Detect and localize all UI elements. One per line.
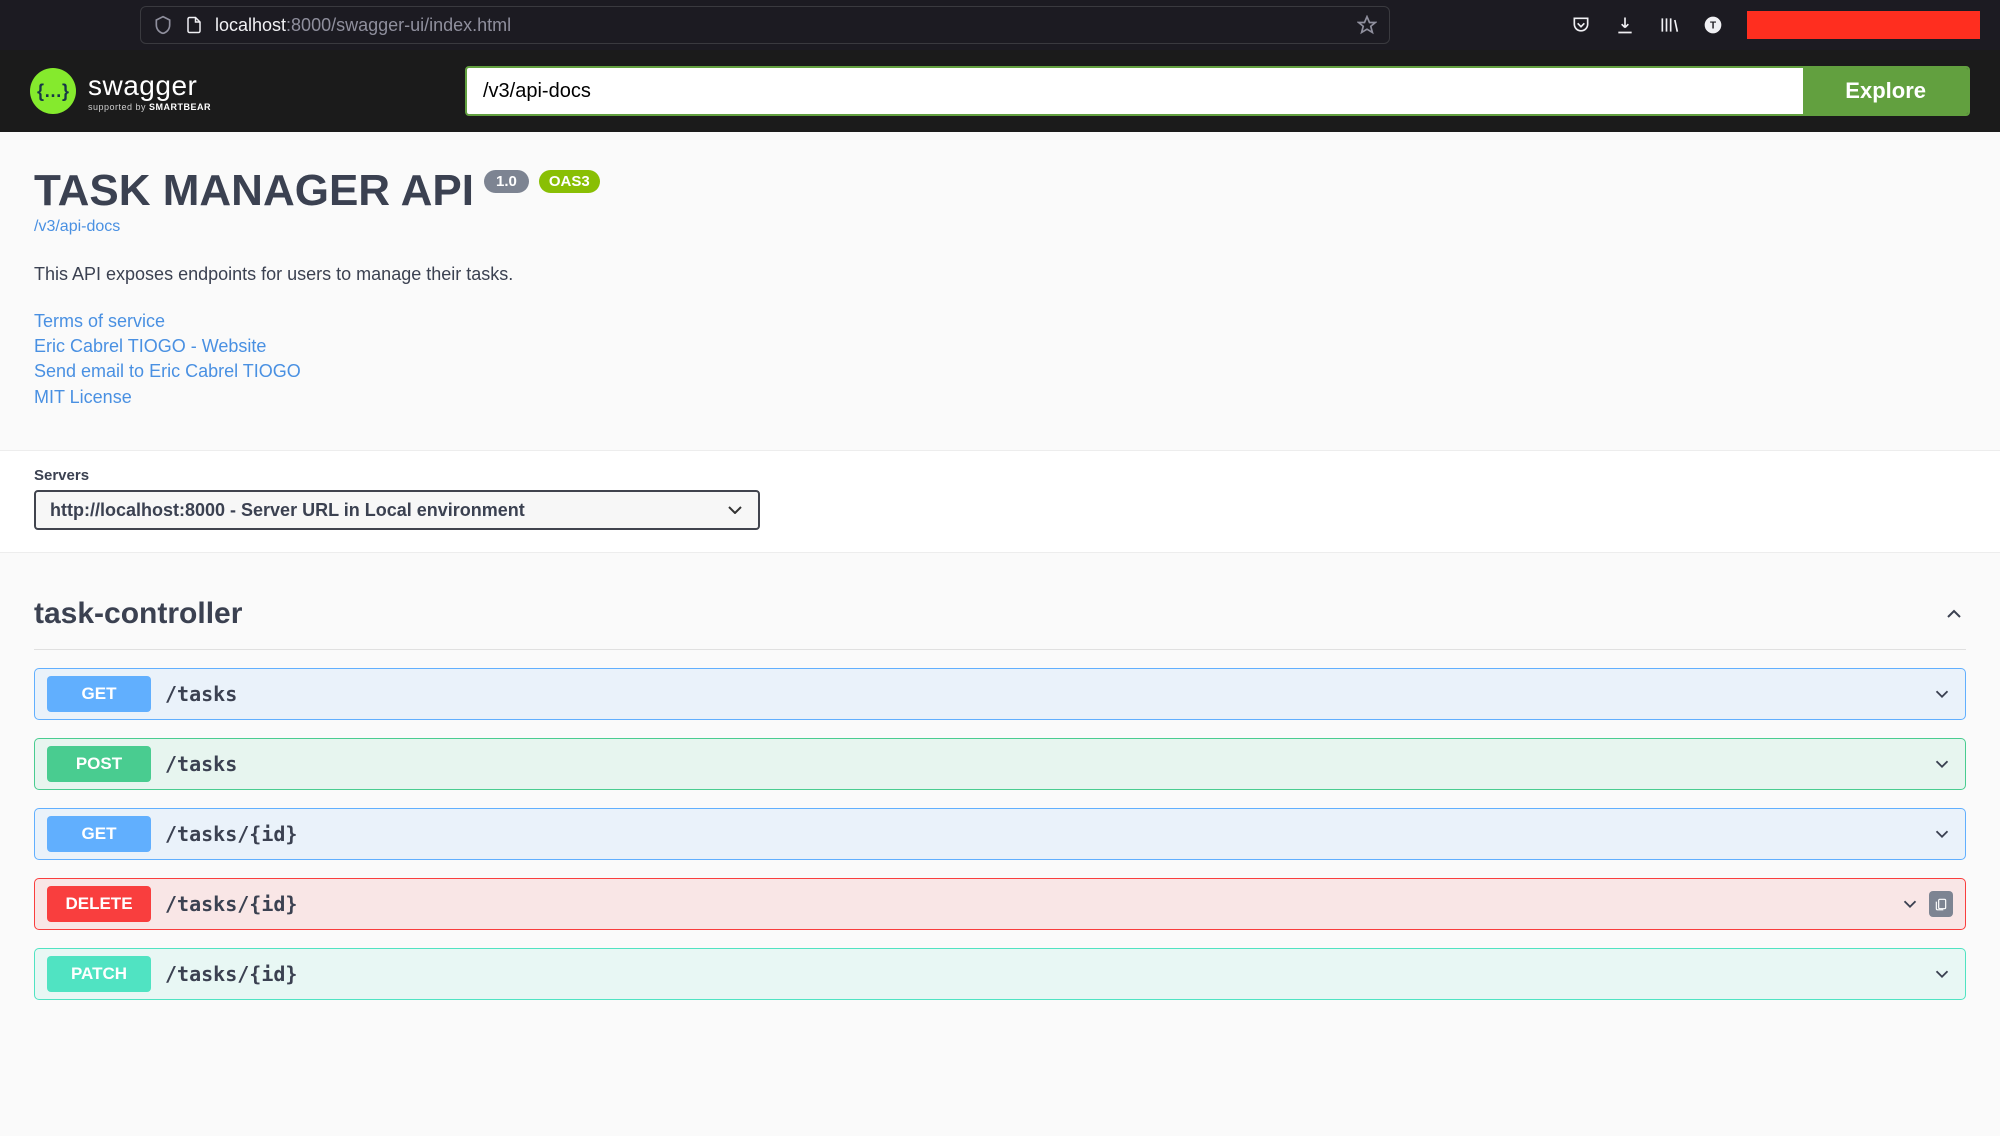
- redacted-box: [1747, 11, 1980, 39]
- url-host: localhost: [215, 15, 286, 35]
- operation-path: /tasks: [165, 752, 237, 776]
- http-method-badge: POST: [47, 746, 151, 782]
- spec-link[interactable]: /v3/api-docs: [34, 218, 1966, 236]
- operations-list: GET/tasksPOST/tasksGET/tasks/{id}DELETE/…: [34, 668, 1966, 1000]
- download-icon[interactable]: [1615, 15, 1635, 35]
- tag-name: task-controller: [34, 597, 242, 631]
- api-meta-links: Terms of service Eric Cabrel TIOGO - Web…: [34, 309, 1966, 410]
- explore-button[interactable]: Explore: [1803, 68, 1968, 114]
- browser-bar: localhost:8000/swagger-ui/index.html T: [0, 0, 2000, 50]
- tag-header[interactable]: task-controller: [34, 583, 1966, 650]
- operation-path: /tasks: [165, 682, 237, 706]
- chevron-down-icon: [1931, 823, 1953, 845]
- api-title: TASK MANAGER API: [34, 166, 474, 216]
- swagger-logo-text: swagger supported by SMARTBEAR: [88, 70, 211, 112]
- svg-text:T: T: [1710, 20, 1716, 31]
- contact-email-link[interactable]: Send email to Eric Cabrel TIOGO: [34, 359, 1966, 384]
- http-method-badge: GET: [47, 676, 151, 712]
- operation-row[interactable]: POST/tasks: [34, 738, 1966, 790]
- http-method-badge: GET: [47, 816, 151, 852]
- page-icon: [185, 15, 203, 35]
- spec-url-input[interactable]: [467, 68, 1803, 114]
- operation-row[interactable]: DELETE/tasks/{id}: [34, 878, 1966, 930]
- operation-path: /tasks/{id}: [165, 962, 297, 986]
- swagger-logo[interactable]: {…} swagger supported by SMARTBEAR: [30, 68, 211, 114]
- chevron-down-icon: [1931, 753, 1953, 775]
- browser-actions: T: [1571, 11, 1980, 39]
- version-badge: 1.0: [484, 170, 529, 193]
- api-description: This API exposes endpoints for users to …: [34, 264, 1966, 285]
- operation-row[interactable]: GET/tasks/{id}: [34, 808, 1966, 860]
- copy-icon[interactable]: [1929, 891, 1953, 917]
- chevron-down-icon: [1899, 893, 1921, 915]
- swagger-topbar: {…} swagger supported by SMARTBEAR Explo…: [0, 50, 2000, 132]
- operation-path: /tasks/{id}: [165, 892, 297, 916]
- library-icon[interactable]: [1659, 15, 1679, 35]
- operation-row[interactable]: GET/tasks: [34, 668, 1966, 720]
- swagger-logo-icon: {…}: [30, 68, 76, 114]
- license-link[interactable]: MIT License: [34, 385, 1966, 410]
- explore-form: Explore: [465, 66, 1970, 116]
- servers-label: Servers: [34, 467, 1966, 484]
- http-method-badge: PATCH: [47, 956, 151, 992]
- chevron-down-icon: [1931, 683, 1953, 705]
- servers-select[interactable]: http://localhost:8000 - Server URL in Lo…: [34, 490, 760, 530]
- url-path: :8000/swagger-ui/index.html: [286, 15, 511, 35]
- tag-section: task-controller GET/tasksPOST/tasksGET/t…: [0, 553, 2000, 1020]
- http-method-badge: DELETE: [47, 886, 151, 922]
- servers-section: Servers http://localhost:8000 - Server U…: [0, 450, 2000, 553]
- contact-website-link[interactable]: Eric Cabrel TIOGO - Website: [34, 334, 1966, 359]
- shield-icon: [153, 15, 173, 35]
- pocket-icon[interactable]: [1571, 15, 1591, 35]
- star-icon[interactable]: [1357, 15, 1377, 35]
- url-text: localhost:8000/swagger-ui/index.html: [215, 15, 511, 36]
- api-info: TASK MANAGER API 1.0 OAS3 /v3/api-docs T…: [0, 132, 2000, 450]
- tos-link[interactable]: Terms of service: [34, 309, 1966, 334]
- chevron-up-icon: [1942, 602, 1966, 626]
- chevron-down-icon: [1931, 963, 1953, 985]
- account-icon[interactable]: T: [1703, 15, 1723, 35]
- url-box[interactable]: localhost:8000/swagger-ui/index.html: [140, 6, 1390, 44]
- oas-badge: OAS3: [539, 170, 600, 193]
- operation-path: /tasks/{id}: [165, 822, 297, 846]
- operation-row[interactable]: PATCH/tasks/{id}: [34, 948, 1966, 1000]
